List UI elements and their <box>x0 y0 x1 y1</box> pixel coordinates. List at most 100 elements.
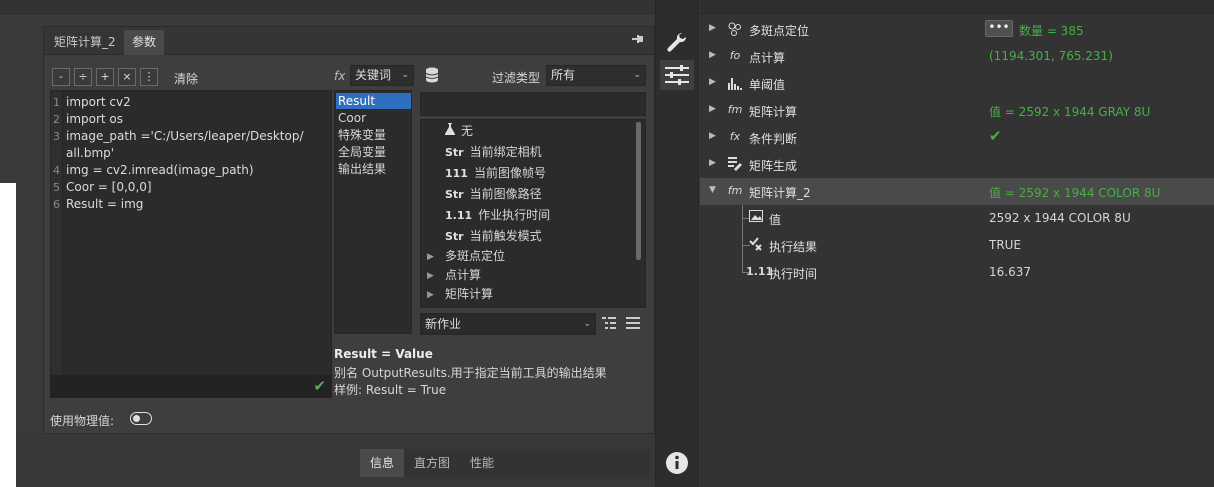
multiply-button[interactable]: × <box>118 68 136 86</box>
tree-item[interactable]: 111 当前图像帧号 <box>445 163 546 183</box>
chevron-right-icon[interactable]: ▶ <box>427 290 434 300</box>
code-editor[interactable]: 1 import cv2 2 import os 3 image_path ='… <box>50 90 332 398</box>
result-row[interactable]: ▶ fx 条件判断 ✔ <box>700 124 1214 151</box>
keyword-item-global[interactable]: 全局变量 <box>336 144 411 160</box>
chevron-right-icon[interactable]: ▶ <box>709 23 716 33</box>
result-row[interactable]: ▶ 单阈值 <box>700 70 1214 97</box>
code-line: all.bmp' <box>66 146 115 160</box>
result-value: (1194.301, 765.231) <box>989 49 1113 63</box>
chevron-right-icon[interactable]: ▶ <box>709 50 716 60</box>
chevron-down-icon: ⌄ <box>401 70 409 80</box>
result-row[interactable]: ▶ fm 矩阵计算 值 = 2592 x 1944 GRAY 8U <box>700 97 1214 124</box>
chevron-right-icon[interactable]: ▶ <box>709 104 716 114</box>
keyword-list: Result Coor 特殊变量 全局变量 输出结果 <box>334 90 412 334</box>
filter-type-label: 过滤类型 <box>492 71 541 85</box>
check-icon: ✔ <box>313 377 326 395</box>
more-ops-button[interactable]: ⋮ <box>140 68 158 86</box>
filter-type-select[interactable]: 所有 ⌄ <box>546 65 646 86</box>
pin-icon[interactable] <box>632 34 644 47</box>
result-value: 值 = 2592 x 1944 COLOR 8U <box>989 186 1161 200</box>
tree-scrollbar[interactable] <box>636 122 641 260</box>
chevron-right-icon[interactable]: ▶ <box>427 252 434 262</box>
job-select[interactable]: 新作业 ⌄ <box>420 313 596 335</box>
result-panel: ▶ 多斑点定位 ••• 数量 = 385 ▶ fo 点计算 (1194.301,… <box>700 0 1214 487</box>
int-badge-icon: 111 <box>445 167 468 180</box>
result-row[interactable]: ▶ 矩阵生成 <box>700 151 1214 178</box>
string-badge-icon: Str <box>445 146 464 159</box>
info-icon[interactable] <box>660 448 694 478</box>
tree-group[interactable]: 多斑点定位 <box>445 246 505 266</box>
tab-matrix-calc-2[interactable]: 矩阵计算_2 <box>46 30 124 55</box>
result-child-name: 执行时间 <box>769 267 818 281</box>
chevron-right-icon[interactable]: ▶ <box>709 158 716 168</box>
result-row[interactable]: ▶ fo 点计算 (1194.301, 765.231) <box>700 43 1214 70</box>
wrench-icon[interactable] <box>660 28 694 58</box>
tree-group[interactable]: 点计算 <box>445 265 481 285</box>
blob-icon <box>727 21 743 37</box>
clear-button[interactable]: 清除 <box>174 70 198 87</box>
tree-view-icon[interactable] <box>602 316 616 333</box>
result-row[interactable]: ▶ 多斑点定位 ••• 数量 = 385 <box>700 16 1214 43</box>
result-panel-header <box>700 0 1214 14</box>
fx-icon: fx <box>334 69 346 83</box>
top-strip <box>0 0 655 14</box>
result-name: 条件判断 <box>749 132 798 146</box>
tab-histogram[interactable]: 直方图 <box>404 449 460 477</box>
code-line: img = cv2.imread(image_path) <box>66 163 254 177</box>
plus-button[interactable]: + <box>96 68 114 86</box>
divide-button[interactable]: ÷ <box>74 68 92 86</box>
tab-params[interactable]: 参数 <box>124 30 165 55</box>
keyword-item-output[interactable]: 输出结果 <box>336 161 411 177</box>
bottom-tabbar: 信息 直方图 性能 <box>360 449 650 477</box>
result-name: 点计算 <box>749 51 786 65</box>
variable-tree: 无 Str 当前绑定相机 111 当前图像帧号 Str 当前图像路径 1.11 作业执行… <box>420 119 646 308</box>
sliders-icon[interactable] <box>660 60 694 90</box>
tree-item[interactable]: 无 <box>445 121 473 141</box>
help-alias: 别名 OutputResults.用于指定当前工具的输出结果 <box>334 366 607 380</box>
editor-statusbar: ✔ <box>50 375 332 398</box>
line-number: 6 <box>53 198 60 211</box>
check-icon: ✔ <box>989 127 1002 145</box>
database-icon[interactable] <box>425 67 439 86</box>
keyword-select-value: 关键词 <box>355 68 392 82</box>
chevron-right-icon[interactable]: ▶ <box>427 271 434 281</box>
line-number: 1 <box>53 96 60 109</box>
help-title: Result = Value <box>334 347 433 361</box>
search-input[interactable] <box>420 92 646 116</box>
tree-item[interactable]: 1.11 作业执行时间 <box>445 205 550 225</box>
more-button[interactable]: ••• <box>985 20 1013 37</box>
toggle-knob <box>133 414 140 422</box>
filter-type-value: 所有 <box>551 68 576 82</box>
result-child-row[interactable]: 执行结果 TRUE <box>700 232 1214 259</box>
code-line: Coor = [0,0,0] <box>66 180 152 194</box>
histogram-icon <box>727 75 743 91</box>
keyword-select[interactable]: 关键词 ⌄ <box>350 65 414 86</box>
code-line: Result = img <box>66 197 144 211</box>
chevron-right-icon[interactable]: ▶ <box>709 131 716 141</box>
line-number: 3 <box>53 130 60 143</box>
result-child-row[interactable]: 值 2592 x 1944 COLOR 8U <box>700 205 1214 232</box>
dialog-tabbar: 矩阵计算_2 参数 <box>44 27 654 55</box>
keyword-item-result[interactable]: Result <box>336 93 411 109</box>
result-row-selected[interactable]: ▼ fm 矩阵计算_2 值 = 2592 x 1944 COLOR 8U <box>700 178 1214 205</box>
editor-toolbar: - ÷ + × ⋮ 清除 <box>50 67 330 89</box>
result-child-row[interactable]: 1.11 执行时间 16.637 <box>700 259 1214 286</box>
minus-button[interactable]: - <box>52 68 70 86</box>
result-name: 矩阵生成 <box>749 159 798 173</box>
tree-item[interactable]: Str 当前图像路径 <box>445 184 542 204</box>
list-view-icon[interactable] <box>626 316 640 333</box>
tree-group[interactable]: 矩阵计算 <box>445 284 493 304</box>
result-name: 多斑点定位 <box>749 24 810 38</box>
tab-performance[interactable]: 性能 <box>460 449 504 477</box>
float-badge-icon: 1.11 <box>445 209 473 222</box>
keyword-item-coor[interactable]: Coor <box>336 110 411 126</box>
tree-item[interactable]: Str 当前绑定相机 <box>445 142 542 162</box>
tree-item[interactable]: Str 当前触发模式 <box>445 226 542 246</box>
chevron-right-icon[interactable]: ▶ <box>709 77 716 87</box>
float-badge-icon: 1.11 <box>746 265 774 278</box>
result-child-value: 2592 x 1944 COLOR 8U <box>989 211 1131 225</box>
keyword-item-special[interactable]: 特殊变量 <box>336 127 411 143</box>
tab-info[interactable]: 信息 <box>360 449 405 477</box>
chevron-down-icon[interactable]: ▼ <box>709 185 716 195</box>
physical-value-toggle[interactable] <box>130 412 152 425</box>
